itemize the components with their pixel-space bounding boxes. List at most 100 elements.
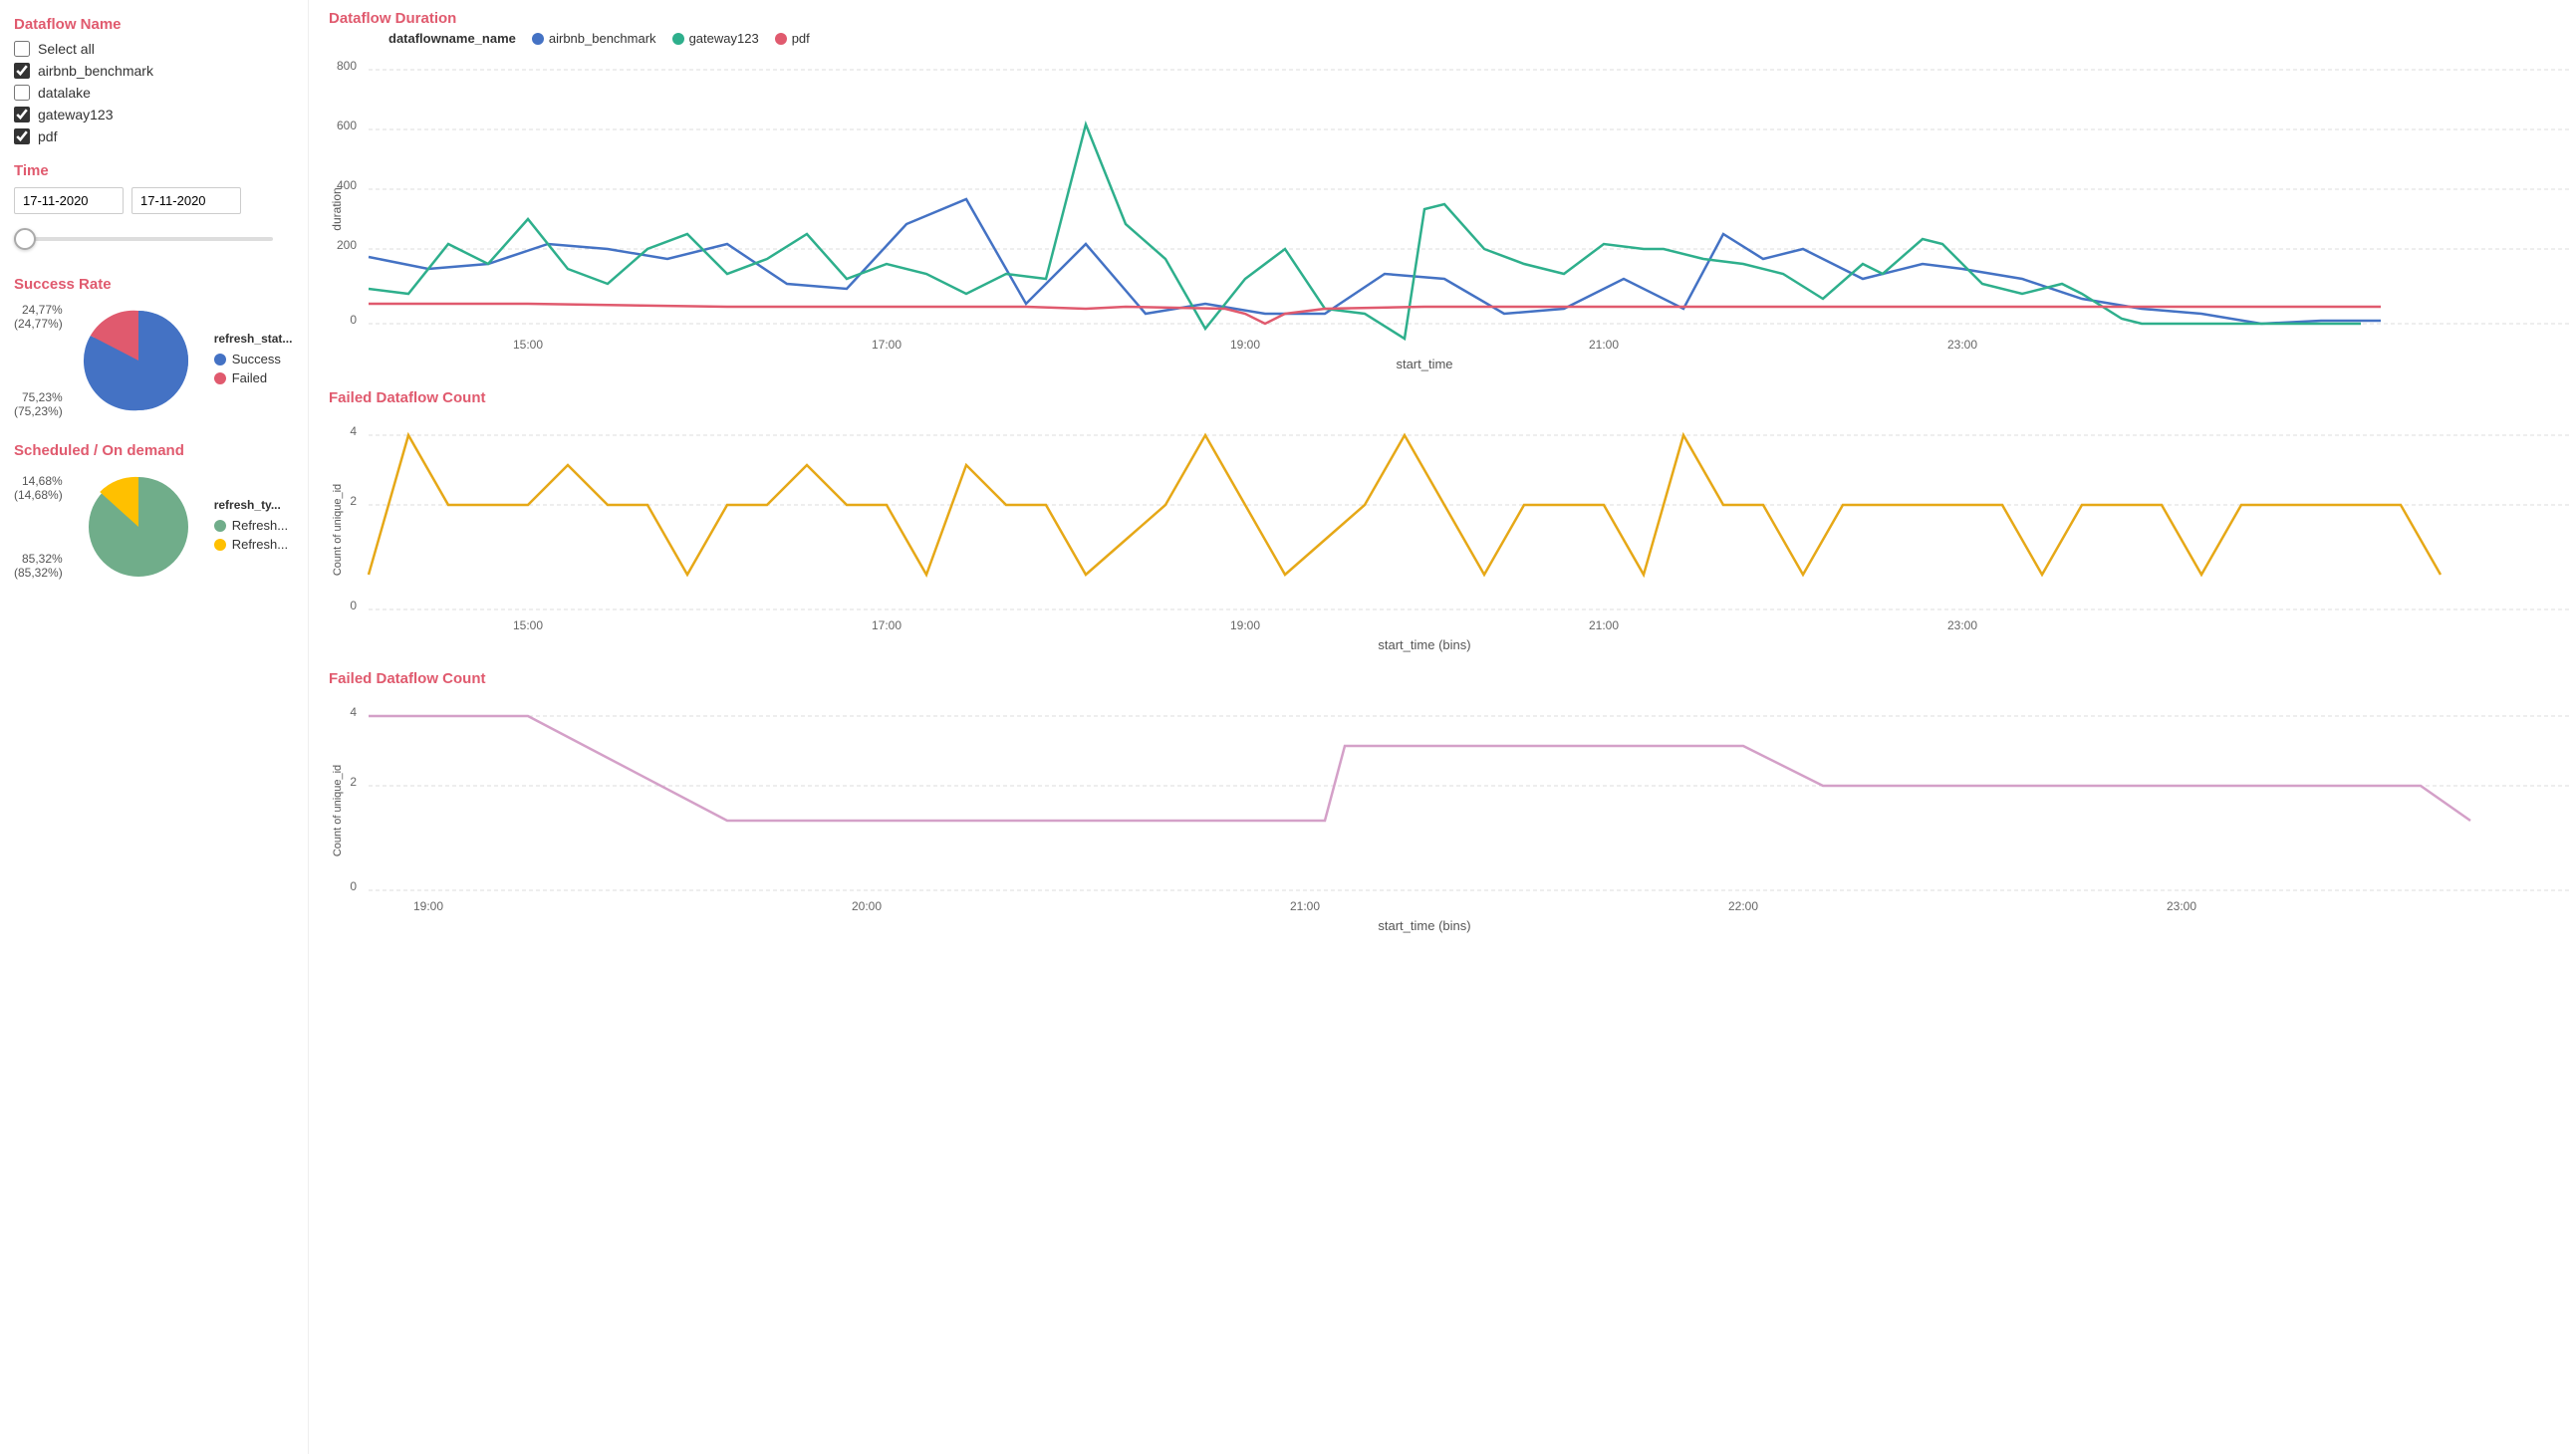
pie2-container: 14,68% (14,68%) 85,32% (85,32%) refresh_… bbox=[14, 467, 294, 587]
svg-text:17:00: 17:00 bbox=[872, 338, 902, 352]
duration-chart-svg: 800 600 400 200 0 duration 15:00 17:00 1… bbox=[329, 50, 2576, 378]
airbnb-legend-label: airbnb_benchmark bbox=[549, 31, 656, 46]
pie1-legend-failed: Failed bbox=[214, 370, 293, 385]
gateway-legend-label: gateway123 bbox=[689, 31, 759, 46]
duration-legend-pdf: pdf bbox=[775, 31, 810, 46]
duration-legend-gateway: gateway123 bbox=[672, 31, 759, 46]
svg-text:Count of unique_id: Count of unique_id bbox=[332, 484, 344, 576]
pie1-labels-left: 24,77% (24,77%) 75,23% (75,23%) bbox=[14, 303, 63, 418]
pdf-label: pdf bbox=[38, 128, 57, 144]
svg-text:Count of unique_id: Count of unique_id bbox=[332, 765, 344, 856]
svg-text:600: 600 bbox=[337, 119, 357, 132]
main-content: Dataflow Duration dataflowname_name airb… bbox=[309, 0, 2576, 1454]
svg-text:23:00: 23:00 bbox=[1947, 618, 1977, 632]
checkbox-datalake[interactable]: datalake bbox=[14, 85, 294, 101]
pdf-legend-label: pdf bbox=[792, 31, 810, 46]
svg-text:800: 800 bbox=[337, 59, 357, 73]
svg-text:21:00: 21:00 bbox=[1290, 899, 1320, 913]
pie1-legend: refresh_stat... Success Failed bbox=[214, 332, 293, 389]
refresh1-label: Refresh... bbox=[232, 518, 288, 533]
svg-text:0: 0 bbox=[350, 879, 357, 893]
refresh2-label: Refresh... bbox=[232, 537, 288, 552]
svg-text:17:00: 17:00 bbox=[872, 618, 902, 632]
svg-text:19:00: 19:00 bbox=[1230, 338, 1260, 352]
svg-text:22:00: 22:00 bbox=[1728, 899, 1758, 913]
pie1-success-pct: 75,23% (75,23%) bbox=[14, 390, 63, 418]
pie2-legend-refresh1: Refresh... bbox=[214, 518, 288, 533]
checkbox-airbnb-input[interactable] bbox=[14, 63, 30, 79]
pdf-dot bbox=[775, 33, 787, 45]
checkbox-datalake-input[interactable] bbox=[14, 85, 30, 101]
pie1-legend-title: refresh_stat... bbox=[214, 332, 293, 346]
pie2-legend-refresh2: Refresh... bbox=[214, 537, 288, 552]
svg-text:19:00: 19:00 bbox=[413, 899, 443, 913]
scheduled-title: Scheduled / On demand bbox=[14, 442, 294, 459]
failed-count2-svg: 4 2 0 Count of unique_id 19:00 20:00 21:… bbox=[329, 691, 2576, 940]
pie2-chart bbox=[79, 467, 198, 587]
success-label: Success bbox=[232, 352, 281, 366]
pie2-big-pct: 85,32% (85,32%) bbox=[14, 552, 63, 580]
success-rate-section: Success Rate 24,77% (24,77%) 75,23% (75,… bbox=[14, 276, 294, 420]
failed-dot bbox=[214, 372, 226, 384]
failed-count-chart-block: Failed Dataflow Count 4 2 0 Count of uni… bbox=[329, 389, 2576, 662]
svg-text:start_time (bins): start_time (bins) bbox=[1378, 637, 1470, 652]
time-slider-container bbox=[14, 224, 294, 254]
checkbox-pdf[interactable]: pdf bbox=[14, 128, 294, 144]
select-all-row[interactable]: Select all bbox=[14, 41, 294, 57]
svg-text:start_time: start_time bbox=[1396, 357, 1452, 371]
duration-legend-label: dataflowname_name bbox=[388, 31, 516, 46]
svg-text:0: 0 bbox=[350, 313, 357, 327]
time-title: Time bbox=[14, 162, 294, 179]
pie2-small-pct: 14,68% (14,68%) bbox=[14, 474, 63, 502]
refresh2-dot bbox=[214, 539, 226, 551]
failed-count2-chart-block: Failed Dataflow Count 4 2 0 Count of uni… bbox=[329, 670, 2576, 943]
pie1-legend-success: Success bbox=[214, 352, 293, 366]
svg-text:2: 2 bbox=[350, 494, 357, 508]
svg-text:4: 4 bbox=[350, 705, 357, 719]
refresh1-dot bbox=[214, 520, 226, 532]
failed-count2-title: Failed Dataflow Count bbox=[329, 670, 2576, 687]
svg-text:21:00: 21:00 bbox=[1589, 338, 1619, 352]
duration-chart-block: Dataflow Duration dataflowname_name airb… bbox=[329, 10, 2576, 381]
time-section: Time bbox=[14, 162, 294, 254]
failed-count-svg: 4 2 0 Count of unique_id 15:00 17:00 19:… bbox=[329, 410, 2576, 659]
svg-text:2: 2 bbox=[350, 775, 357, 789]
airbnb-dot bbox=[532, 33, 544, 45]
checkbox-gateway-input[interactable] bbox=[14, 107, 30, 122]
gateway-label: gateway123 bbox=[38, 107, 114, 122]
svg-text:duration: duration bbox=[330, 187, 344, 230]
svg-text:20:00: 20:00 bbox=[852, 899, 882, 913]
select-all-label: Select all bbox=[38, 41, 95, 57]
pie2-legend: refresh_ty... Refresh... Refresh... bbox=[214, 498, 288, 556]
success-dot bbox=[214, 354, 226, 365]
failed-count-title: Failed Dataflow Count bbox=[329, 389, 2576, 406]
pie2-legend-title: refresh_ty... bbox=[214, 498, 288, 512]
datalake-label: datalake bbox=[38, 85, 91, 101]
checkbox-airbnb[interactable]: airbnb_benchmark bbox=[14, 63, 294, 79]
svg-text:4: 4 bbox=[350, 424, 357, 438]
svg-text:23:00: 23:00 bbox=[1947, 338, 1977, 352]
svg-text:200: 200 bbox=[337, 238, 357, 252]
duration-legend: dataflowname_name airbnb_benchmark gatew… bbox=[388, 31, 2576, 46]
dataflow-name-title: Dataflow Name bbox=[14, 16, 294, 33]
duration-chart-title: Dataflow Duration bbox=[329, 10, 2576, 27]
slider-thumb[interactable] bbox=[14, 228, 36, 250]
svg-text:15:00: 15:00 bbox=[513, 618, 543, 632]
date-to-input[interactable] bbox=[131, 187, 241, 214]
pie1-chart bbox=[79, 301, 198, 420]
date-row bbox=[14, 187, 294, 214]
success-rate-title: Success Rate bbox=[14, 276, 294, 293]
pie1-container: 24,77% (24,77%) 75,23% (75,23%) bbox=[14, 301, 294, 420]
svg-text:21:00: 21:00 bbox=[1589, 618, 1619, 632]
scheduled-section: Scheduled / On demand 14,68% (14,68%) 85… bbox=[14, 442, 294, 587]
failed-label: Failed bbox=[232, 370, 267, 385]
checkbox-pdf-input[interactable] bbox=[14, 128, 30, 144]
date-from-input[interactable] bbox=[14, 187, 124, 214]
duration-legend-airbnb: airbnb_benchmark bbox=[532, 31, 656, 46]
pie2-labels-left: 14,68% (14,68%) 85,32% (85,32%) bbox=[14, 474, 63, 580]
svg-text:0: 0 bbox=[350, 599, 357, 612]
checkbox-gateway[interactable]: gateway123 bbox=[14, 107, 294, 122]
select-all-checkbox[interactable] bbox=[14, 41, 30, 57]
svg-text:23:00: 23:00 bbox=[2167, 899, 2196, 913]
gateway-dot bbox=[672, 33, 684, 45]
